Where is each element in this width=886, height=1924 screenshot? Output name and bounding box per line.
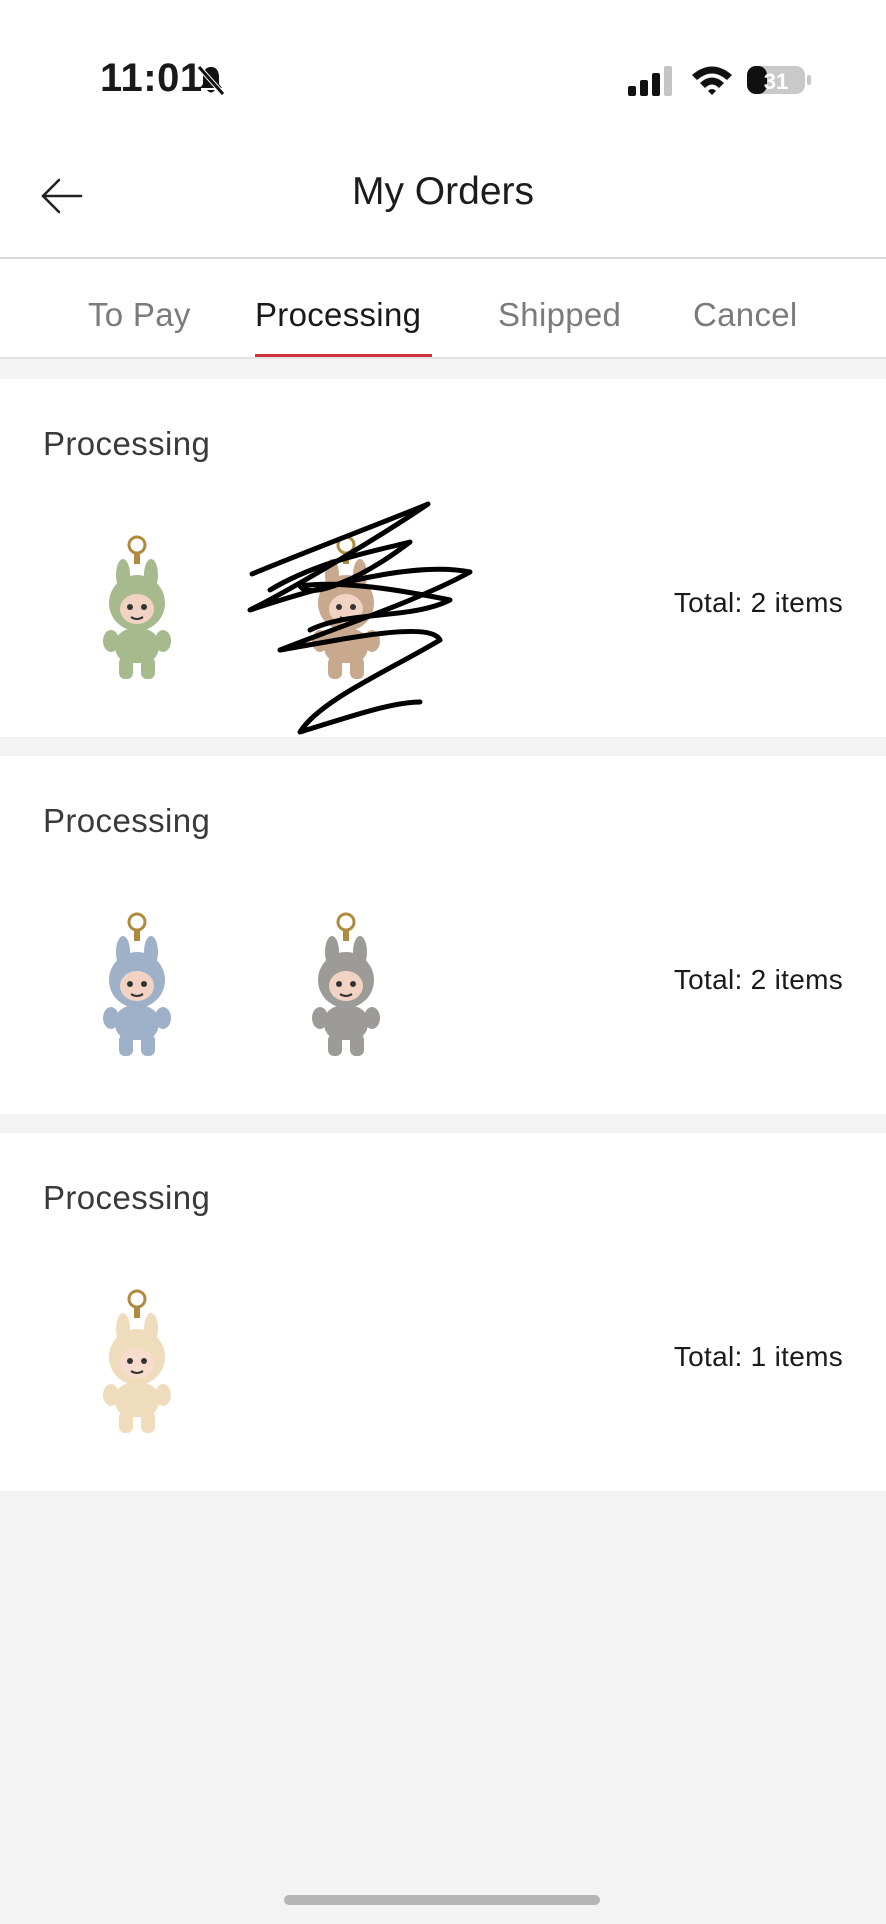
plush-keychain-icon [312,912,380,1056]
home-indicator[interactable] [284,1895,600,1905]
order-card[interactable]: Processing Total: 2 items [0,756,886,1114]
tab-to-pay[interactable]: To Pay [88,296,191,334]
order-card[interactable]: Processing Total: 1 items [0,1133,886,1491]
product-thumbnail[interactable] [81,533,193,695]
battery-level: 31 [764,69,788,94]
order-card[interactable]: Processing Total: 2 items [0,379,886,737]
order-total: Total: 2 items [673,964,843,995]
product-thumbnail[interactable] [290,533,402,695]
header-divider [0,257,886,259]
cellular-signal-icon [628,66,672,96]
wifi-icon [692,66,732,95]
order-status: Processing [43,425,211,462]
order-status: Processing [43,802,211,839]
page-title: My Orders [351,170,534,213]
tabs-divider [0,357,886,359]
order-total: Total: 1 items [673,1341,843,1372]
tab-processing[interactable]: Processing [255,296,421,334]
order-total: Total: 2 items [673,587,843,618]
battery-icon: 31 [747,66,811,94]
plush-keychain-icon [103,912,171,1056]
order-status: Processing [43,1179,211,1216]
plush-keychain-icon [312,535,380,679]
status-time: 11:01 [100,56,203,100]
bell-muted-icon [197,65,225,96]
product-thumbnail[interactable] [81,910,193,1072]
plush-keychain-icon [103,535,171,679]
tab-cancel[interactable]: Cancel [693,296,798,334]
product-thumbnail[interactable] [81,1287,193,1449]
plush-keychain-icon [103,1289,171,1433]
product-thumbnail[interactable] [290,910,402,1072]
tab-shipped[interactable]: Shipped [498,296,621,334]
